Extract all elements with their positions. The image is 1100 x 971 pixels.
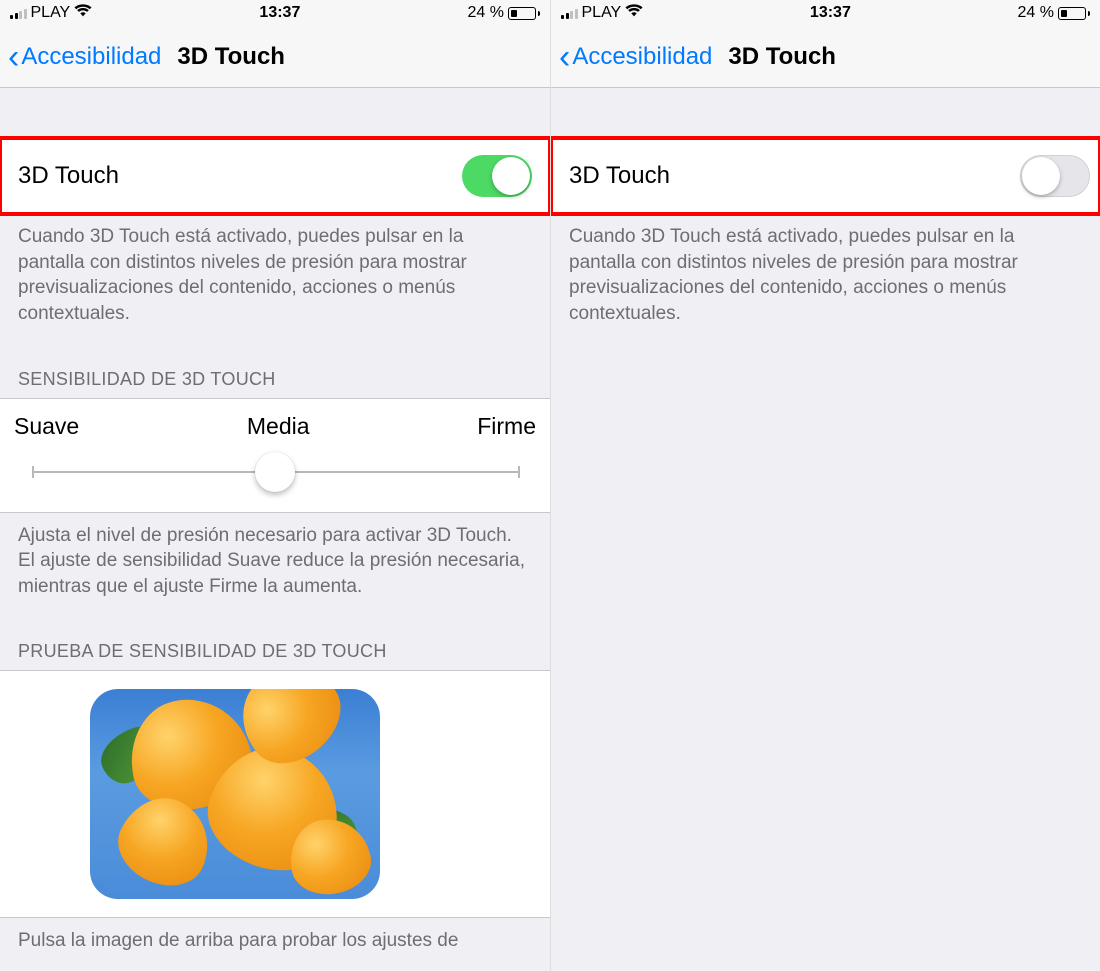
status-bar: PLAY 13:37 24 %: [551, 0, 1100, 26]
battery-pct: 24 %: [1018, 4, 1054, 22]
test-image-cell: [0, 670, 550, 918]
battery-icon: [1058, 7, 1090, 20]
sensitivity-footer: Ajusta el nivel de presión necesario par…: [0, 513, 550, 614]
page-title: 3D Touch: [728, 43, 836, 71]
battery-pct: 24 %: [468, 4, 504, 22]
status-left: PLAY: [561, 4, 643, 23]
switch-3d-touch-on[interactable]: [462, 155, 532, 197]
toggle-description: Cuando 3D Touch está activado, puedes pu…: [0, 214, 550, 341]
battery-icon: [508, 7, 540, 20]
chevron-left-icon: ‹: [8, 40, 19, 74]
status-right: 24 %: [468, 4, 540, 22]
test-footer: Pulsa la imagen de arriba para probar lo…: [0, 918, 550, 968]
switch-knob: [492, 157, 530, 195]
nav-bar: ‹ Accesibilidad 3D Touch: [0, 26, 550, 88]
signal-icon: [561, 7, 578, 19]
back-label: Accesibilidad: [572, 43, 712, 71]
slider-labels: Suave Media Firme: [14, 413, 536, 440]
slider-label-left: Suave: [14, 413, 79, 440]
slider-knob[interactable]: [255, 452, 295, 492]
carrier-label: PLAY: [31, 4, 71, 22]
sensitivity-header: SENSIBILIDAD DE 3D TOUCH: [0, 341, 550, 398]
switch-knob: [1022, 157, 1060, 195]
back-button[interactable]: ‹ Accesibilidad: [8, 40, 161, 74]
toggle-row-3d-touch[interactable]: 3D Touch: [551, 138, 1100, 214]
toggle-description: Cuando 3D Touch está activado, puedes pu…: [551, 214, 1100, 341]
test-header: PRUEBA DE SENSIBILIDAD DE 3D TOUCH: [0, 613, 550, 670]
nav-bar: ‹ Accesibilidad 3D Touch: [551, 26, 1100, 88]
wifi-icon: [625, 4, 643, 23]
test-image-bubble[interactable]: [90, 689, 380, 899]
wifi-icon: [74, 4, 92, 23]
page-title: 3D Touch: [177, 43, 285, 71]
screen-right: PLAY 13:37 24 % ‹ Accesibilidad 3D Touch…: [550, 0, 1100, 971]
status-bar: PLAY 13:37 24 %: [0, 0, 550, 26]
status-right: 24 %: [1018, 4, 1090, 22]
signal-icon: [10, 7, 27, 19]
sensitivity-slider[interactable]: [14, 450, 536, 494]
carrier-label: PLAY: [582, 4, 622, 22]
toggle-label: 3D Touch: [569, 162, 670, 190]
back-label: Accesibilidad: [21, 43, 161, 71]
status-time: 13:37: [810, 4, 851, 22]
switch-3d-touch-off[interactable]: [1020, 155, 1090, 197]
slider-label-center: Media: [247, 413, 310, 440]
screen-left: PLAY 13:37 24 % ‹ Accesibilidad 3D Touch…: [0, 0, 550, 971]
back-button[interactable]: ‹ Accesibilidad: [559, 40, 712, 74]
status-time: 13:37: [259, 4, 300, 22]
slider-label-right: Firme: [477, 413, 536, 440]
toggle-row-3d-touch[interactable]: 3D Touch: [0, 138, 550, 214]
chevron-left-icon: ‹: [559, 40, 570, 74]
toggle-label: 3D Touch: [18, 162, 119, 190]
status-left: PLAY: [10, 4, 92, 23]
sensitivity-slider-cell: Suave Media Firme: [0, 398, 550, 513]
